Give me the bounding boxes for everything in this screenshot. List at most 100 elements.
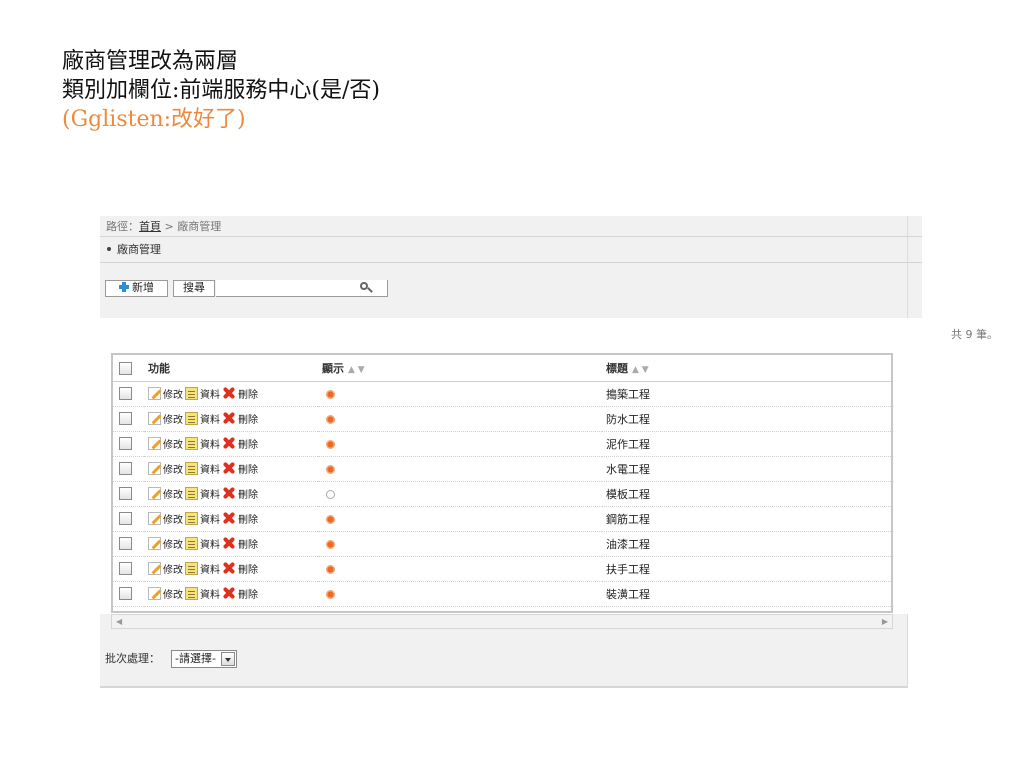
edit-action[interactable]: 修改 (148, 511, 183, 526)
row-select-cell[interactable] (113, 406, 144, 432)
row-display[interactable] (318, 556, 602, 582)
display-radio-icon[interactable] (326, 464, 335, 474)
data-action[interactable]: 資料 (185, 461, 220, 476)
row-select-cell[interactable] (113, 506, 144, 532)
row-display[interactable] (318, 581, 602, 607)
delete-action[interactable]: 刪除 (222, 436, 258, 451)
row-checkbox[interactable] (119, 537, 132, 551)
display-radio-icon[interactable] (326, 589, 335, 599)
delete-action[interactable]: 刪除 (222, 561, 258, 576)
edit-action[interactable]: 修改 (148, 461, 183, 476)
data-action[interactable]: 資料 (185, 411, 220, 426)
document-icon[interactable] (185, 562, 198, 575)
row-checkbox[interactable] (119, 587, 132, 601)
x-icon[interactable] (222, 386, 236, 400)
display-radio-icon[interactable] (326, 489, 335, 499)
data-action[interactable]: 資料 (185, 586, 220, 601)
horizontal-scrollbar[interactable]: ◀ ▶ (111, 614, 893, 629)
pencil-icon[interactable] (148, 412, 161, 425)
row-checkbox[interactable] (119, 437, 132, 451)
row-display[interactable] (318, 381, 602, 407)
display-radio-icon[interactable] (326, 389, 335, 399)
select-all-checkbox[interactable] (119, 361, 132, 375)
pencil-icon[interactable] (148, 587, 161, 600)
row-select-cell[interactable] (113, 581, 144, 607)
edit-action[interactable]: 修改 (148, 436, 183, 451)
row-select-cell[interactable] (113, 381, 144, 407)
x-icon[interactable] (222, 411, 236, 425)
document-icon[interactable] (185, 412, 198, 425)
row-select-cell[interactable] (113, 481, 144, 507)
document-icon[interactable] (185, 587, 198, 600)
x-icon[interactable] (222, 461, 236, 475)
search-button[interactable]: 搜尋 (173, 280, 215, 297)
display-radio-icon[interactable] (326, 439, 335, 449)
edit-action[interactable]: 修改 (148, 411, 183, 426)
row-select-cell[interactable] (113, 431, 144, 457)
header-display[interactable]: 顯示 ▲ ▼ (318, 355, 602, 382)
add-button[interactable]: 新增 (105, 280, 168, 297)
delete-action[interactable]: 刪除 (222, 536, 258, 551)
row-checkbox[interactable] (119, 412, 132, 426)
delete-action[interactable]: 刪除 (222, 461, 258, 476)
row-checkbox[interactable] (119, 487, 132, 501)
document-icon[interactable] (185, 537, 198, 550)
row-display[interactable] (318, 531, 602, 557)
row-checkbox[interactable] (119, 387, 132, 401)
pencil-icon[interactable] (148, 462, 161, 475)
magnifier-icon[interactable] (355, 281, 375, 295)
delete-action[interactable]: 刪除 (222, 511, 258, 526)
edit-action[interactable]: 修改 (148, 561, 183, 576)
row-display[interactable] (318, 406, 602, 432)
x-icon[interactable] (222, 561, 236, 575)
delete-action[interactable]: 刪除 (222, 411, 258, 426)
chevron-down-icon[interactable] (220, 652, 235, 666)
data-action[interactable]: 資料 (185, 386, 220, 401)
sort-arrows-icon[interactable]: ▲ ▼ (632, 365, 649, 375)
edit-action[interactable]: 修改 (148, 536, 183, 551)
batch-select[interactable]: -請選擇- (171, 650, 237, 668)
scroll-right-icon[interactable]: ▶ (882, 617, 888, 626)
data-action[interactable]: 資料 (185, 561, 220, 576)
pencil-icon[interactable] (148, 437, 161, 450)
row-checkbox[interactable] (119, 462, 132, 476)
pencil-icon[interactable] (148, 487, 161, 500)
scroll-left-icon[interactable]: ◀ (116, 617, 122, 626)
header-select-all[interactable] (113, 355, 144, 382)
x-icon[interactable] (222, 511, 236, 525)
x-icon[interactable] (222, 536, 236, 550)
data-action[interactable]: 資料 (185, 436, 220, 451)
row-select-cell[interactable] (113, 531, 144, 557)
x-icon[interactable] (222, 586, 236, 600)
data-action[interactable]: 資料 (185, 536, 220, 551)
display-radio-icon[interactable] (326, 539, 335, 549)
header-title[interactable]: 標題 ▲ ▼ (602, 355, 891, 382)
document-icon[interactable] (185, 462, 198, 475)
row-select-cell[interactable] (113, 556, 144, 582)
sort-arrows-icon[interactable]: ▲ ▼ (348, 365, 365, 375)
display-radio-icon[interactable] (326, 514, 335, 524)
data-action[interactable]: 資料 (185, 486, 220, 501)
display-radio-icon[interactable] (326, 414, 335, 424)
row-display[interactable] (318, 481, 602, 507)
pencil-icon[interactable] (148, 562, 161, 575)
edit-action[interactable]: 修改 (148, 486, 183, 501)
row-display[interactable] (318, 431, 602, 457)
document-icon[interactable] (185, 512, 198, 525)
breadcrumb-home-link[interactable]: 首頁 (139, 220, 161, 233)
document-icon[interactable] (185, 487, 198, 500)
x-icon[interactable] (222, 436, 236, 450)
row-display[interactable] (318, 506, 602, 532)
pencil-icon[interactable] (148, 512, 161, 525)
edit-action[interactable]: 修改 (148, 586, 183, 601)
row-checkbox[interactable] (119, 512, 132, 526)
edit-action[interactable]: 修改 (148, 386, 183, 401)
delete-action[interactable]: 刪除 (222, 486, 258, 501)
pencil-icon[interactable] (148, 537, 161, 550)
row-display[interactable] (318, 456, 602, 482)
document-icon[interactable] (185, 387, 198, 400)
data-action[interactable]: 資料 (185, 511, 220, 526)
x-icon[interactable] (222, 486, 236, 500)
document-icon[interactable] (185, 437, 198, 450)
display-radio-icon[interactable] (326, 564, 335, 574)
